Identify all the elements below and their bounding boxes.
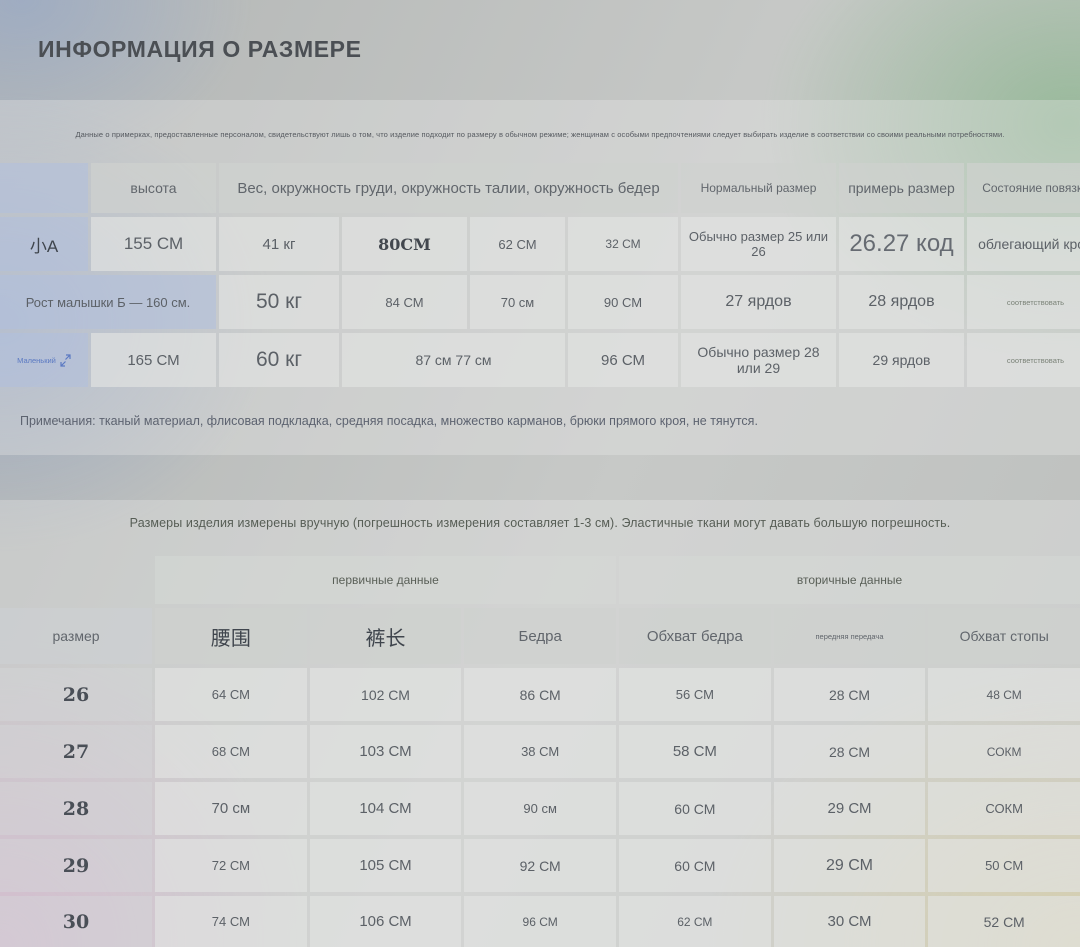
measure-cell-waist: 74 СМ (155, 896, 307, 947)
measure-row-size: 28 (0, 782, 152, 835)
measure-disclaimer-text: Размеры изделия измерены вручную (погреш… (0, 516, 1080, 530)
fit-row-model-label-text: Маленький (17, 356, 56, 365)
measure-cell-leg-opening: 48 СМ (928, 668, 1080, 721)
measure-cell-hips: 38 СМ (464, 725, 616, 778)
measure-group-spacer (0, 556, 152, 604)
fit-cell-hips: 32 СМ (568, 217, 678, 271)
fit-table: высота Вес, окружность груди, окружность… (0, 163, 1080, 387)
fit-cell-fit-state: облегающий крой (967, 217, 1080, 271)
measure-cell-waist: 64 СМ (155, 668, 307, 721)
fit-cell-normal-size: Обычно размер 25 или 26 (681, 217, 836, 271)
measure-group-primary: первичные данные (155, 556, 616, 604)
fit-cell-normal-size: Обычно размер 28 или 29 (681, 333, 836, 387)
measure-cell-length: 102 СМ (310, 668, 462, 721)
measure-cell-length: 104 СМ (310, 782, 462, 835)
measure-cell-front-rise: 28 СМ (774, 725, 926, 778)
measure-col-thigh: Обхват бедра (619, 608, 771, 664)
measure-cell-hips: 92 СМ (464, 839, 616, 892)
measure-cell-thigh: 62 СМ (619, 896, 771, 947)
measure-col-hips: Бедра (464, 608, 616, 664)
measure-cell-waist: 72 СМ (155, 839, 307, 892)
fit-disclaimer-text: Данные о примерках, предоставленные перс… (0, 130, 1080, 139)
fit-cell-try-size: 29 ярдов (839, 333, 964, 387)
fit-header-measures: Вес, окружность груди, окружность талии,… (219, 163, 678, 213)
fit-cell-try-size: 26.27 код (839, 217, 964, 271)
fit-note-text: Примечания: тканый материал, флисовая по… (20, 414, 758, 428)
measure-col-size: размер (0, 608, 152, 664)
fit-cell-chest: 80СМ (342, 217, 467, 271)
fit-cell-fit-state: соответствовать (967, 333, 1080, 387)
fit-cell-chest: 84 СМ (342, 275, 467, 329)
measure-cell-leg-opening: СОКМ (928, 782, 1080, 835)
measure-cell-front-rise: 30 СМ (774, 896, 926, 947)
measure-row-size: 27 (0, 725, 152, 778)
fit-cell-waist: 62 СМ (470, 217, 565, 271)
measure-col-leg-opening: Обхват стопы (928, 608, 1080, 664)
fit-cell-hips: 90 СМ (568, 275, 678, 329)
measure-table: первичные данные вторичные данные размер… (0, 556, 1080, 947)
size-info-page: { "page": { "title": "ИНФОРМАЦИЯ О РАЗМЕ… (0, 0, 1080, 947)
measure-cell-waist: 70 см (155, 782, 307, 835)
measure-cell-front-rise: 29 СМ (774, 839, 926, 892)
fit-cell-hips: 96 СМ (568, 333, 678, 387)
fit-cell-height: 165 СМ (91, 333, 216, 387)
fit-row-model-label: Маленький (0, 333, 88, 387)
fit-cell-chest-waist: 87 см 77 см (342, 333, 565, 387)
fit-header-normal-size: Нормальный размер (681, 163, 836, 213)
fit-row-model-label: Рост малышки Б — 160 см. (0, 275, 216, 329)
measure-row-size: 30 (0, 896, 152, 947)
fit-cell-try-size: 28 ярдов (839, 275, 964, 329)
fit-header-fit-state: Состояние повязки (967, 163, 1080, 213)
measure-col-waist: 腰围 (155, 608, 307, 664)
measure-cell-front-rise: 29 СМ (774, 782, 926, 835)
fit-header-corner (0, 163, 88, 213)
measure-cell-thigh: 56 СМ (619, 668, 771, 721)
fit-row-model-label: 小A (0, 217, 88, 271)
measure-cell-length: 106 СМ (310, 896, 462, 947)
page-title: ИНФОРМАЦИЯ О РАЗМЕРЕ (38, 36, 362, 63)
measure-cell-hips: 86 СМ (464, 668, 616, 721)
measure-row-size: 26 (0, 668, 152, 721)
measure-cell-leg-opening: 52 СМ (928, 896, 1080, 947)
measure-cell-thigh: 58 СМ (619, 725, 771, 778)
measure-col-front-rise: передняя передача (774, 608, 926, 664)
measure-cell-thigh: 60 СМ (619, 839, 771, 892)
fit-cell-weight: 50 кг (219, 275, 339, 329)
measure-cell-leg-opening: 50 СМ (928, 839, 1080, 892)
fit-cell-weight: 60 кг (219, 333, 339, 387)
measure-cell-leg-opening: СОКМ (928, 725, 1080, 778)
fit-cell-weight: 41 кг (219, 217, 339, 271)
fit-header-height: высота (91, 163, 216, 213)
fit-cell-waist: 70 см (470, 275, 565, 329)
measure-cell-thigh: 60 СМ (619, 782, 771, 835)
measure-cell-hips: 90 см (464, 782, 616, 835)
fit-header-try-size: примерь размер (839, 163, 964, 213)
measure-cell-hips: 96 СМ (464, 896, 616, 947)
measure-row-size: 29 (0, 839, 152, 892)
fit-cell-normal-size: 27 ярдов (681, 275, 836, 329)
measure-cell-length: 105 СМ (310, 839, 462, 892)
measure-cell-waist: 68 СМ (155, 725, 307, 778)
measure-col-length: 裤长 (310, 608, 462, 664)
fit-cell-height: 155 СМ (91, 217, 216, 271)
measure-cell-front-rise: 28 СМ (774, 668, 926, 721)
fit-cell-fit-state: соответствовать (967, 275, 1080, 329)
measure-cell-length: 103 СМ (310, 725, 462, 778)
measure-group-secondary: вторичные данные (619, 556, 1080, 604)
expand-arrows-icon (60, 354, 71, 367)
